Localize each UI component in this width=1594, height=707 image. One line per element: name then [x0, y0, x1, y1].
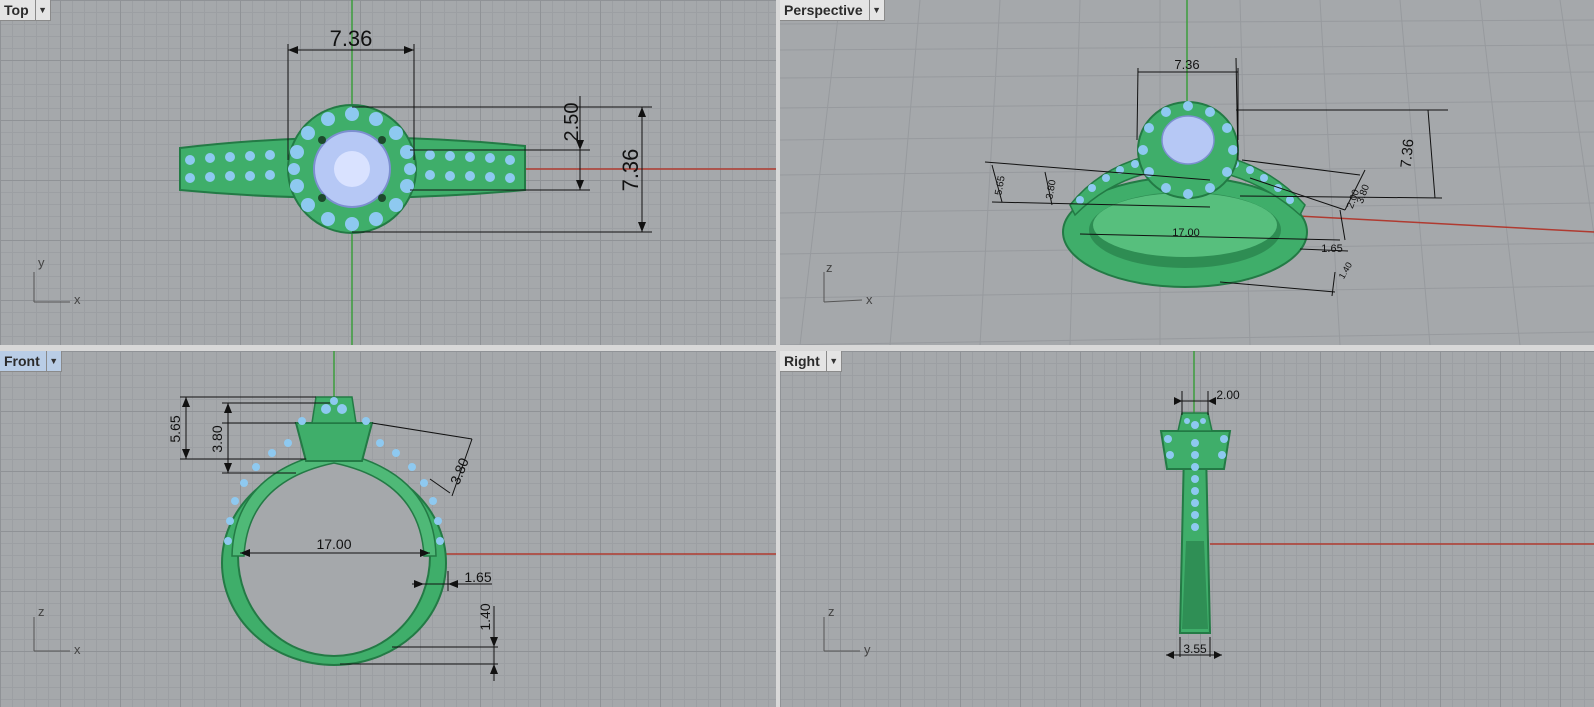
dim-top-label: 7.36 [1174, 57, 1199, 72]
viewport-title: Front [4, 353, 40, 369]
chevron-down-icon[interactable]: ▼ [825, 351, 841, 371]
axis-label-y: y [864, 642, 871, 657]
chevron-down-icon[interactable]: ▼ [868, 0, 884, 20]
dim-h1-label: 5.65 [167, 415, 183, 442]
viewport-tab-perspective[interactable]: Perspective ▼ [780, 0, 885, 21]
dim-right-label: 7.36 [1398, 138, 1418, 169]
dim-shank-label: 1.65 [1321, 243, 1342, 255]
viewport-top[interactable]: Top ▼ 7.36 2.50 7.36 y x [0, 0, 776, 345]
ring-model [1159, 412, 1232, 634]
axis-gizmo [823, 617, 860, 652]
viewport-perspective[interactable]: Perspective ▼ 7.36 7.36 5.65 3.80 3.80 2… [780, 0, 1594, 345]
axis-gizmo [33, 272, 70, 303]
right-view-scene: 2.00 3.55 z y [823, 351, 1594, 659]
dim-bottom-label: 3.55 [1183, 642, 1207, 656]
top-view-scene: 7.36 2.50 7.36 y x [33, 0, 776, 345]
ring-model [221, 396, 447, 666]
dim-width-label: 7.36 [330, 26, 373, 51]
viewport-front[interactable]: Front ▼ 5.65 3.80 3.80 17.00 1.65 1.40 z… [0, 351, 776, 707]
axis-label-y: y [38, 255, 45, 270]
dim-shank-label: 1.65 [464, 569, 491, 585]
axis-label-z: z [828, 604, 835, 619]
dim-h2-label: 3.80 [209, 425, 225, 452]
axis-label-x: x [74, 292, 81, 307]
perspective-view-scene: 7.36 7.36 5.65 3.80 3.80 2.00 17.00 1.65… [780, 0, 1594, 345]
dim-bottom-label: 1.40 [477, 603, 493, 630]
chevron-down-icon[interactable]: ▼ [34, 0, 50, 20]
dim-height-label: 7.36 [618, 149, 643, 192]
dim-head-label: 2.50 [561, 103, 583, 142]
viewport-right[interactable]: Right ▼ 2.00 3.55 z y [780, 351, 1594, 707]
chevron-down-icon[interactable]: ▼ [45, 351, 61, 371]
dim-top-label: 2.00 [1216, 388, 1240, 402]
viewport-title: Perspective [784, 2, 863, 18]
viewport-tab-top[interactable]: Top ▼ [0, 0, 51, 21]
axis-label-x: x [866, 292, 873, 307]
dim-side-label: 3.80 [447, 455, 472, 486]
axis-gizmo [33, 617, 70, 652]
dim-inner-label: 17.00 [1172, 227, 1200, 239]
viewport-tab-front[interactable]: Front ▼ [0, 351, 62, 372]
viewport-title: Top [4, 2, 29, 18]
axis-label-z: z [38, 604, 45, 619]
viewport-title: Right [784, 353, 820, 369]
dim-inner-label: 17.00 [316, 536, 351, 552]
ring-model [179, 104, 526, 234]
viewport-tab-right[interactable]: Right ▼ [780, 351, 842, 372]
axis-label-x: x [74, 642, 81, 657]
front-view-scene: 5.65 3.80 3.80 17.00 1.65 1.40 z x [33, 351, 776, 681]
axis-label-z: z [826, 260, 833, 275]
